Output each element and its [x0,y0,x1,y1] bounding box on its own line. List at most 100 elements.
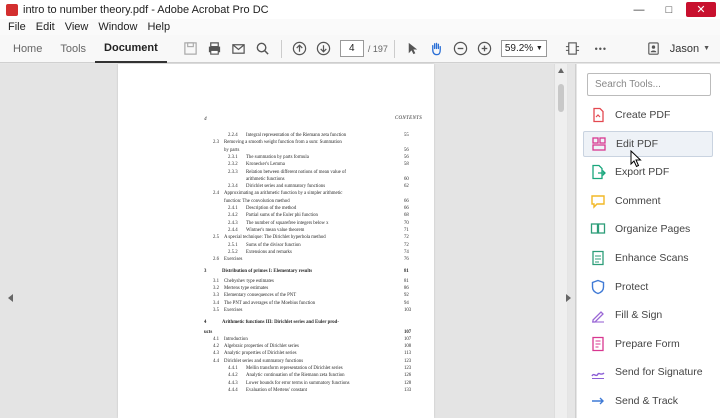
toc-entry[interactable]: 4.3 Analytic properties of Dirichlet seri… [118,350,434,357]
tool-prepare-form[interactable]: Prepare Form [583,331,713,357]
user-name[interactable]: Jason [670,43,699,55]
zoom-level-value: 59.2% [504,43,534,54]
toc-entry-title: Algebraic properties of Dirichlet series [224,344,299,350]
print-icon[interactable] [203,37,227,61]
toc-entry[interactable]: 2.3.3 Relation between different notions … [118,169,434,176]
menu-edit[interactable]: Edit [36,21,55,33]
toc-entry[interactable]: by parts 56 [118,147,434,154]
toc-entry-title: Partial sums of the Euler phi function [246,213,318,219]
zoom-level-select[interactable]: 59.2% ▼ [500,40,547,57]
toc-entry[interactable]: 2.4 Approximating an arithmetic function … [118,190,434,197]
tool-create-pdf[interactable]: Create PDF [583,102,713,128]
pdf-page[interactable]: 4 CONTENTS 2.2.4 Integral representation … [118,64,434,418]
menu-window[interactable]: Window [98,21,137,33]
toc-entry[interactable]: 2.6 Exercises 76 [118,256,434,263]
vertical-scrollbar[interactable] [554,64,567,418]
search-icon[interactable] [251,37,275,61]
fit-page-icon[interactable] [561,37,585,61]
toc-entry-number: 4.1 [213,336,219,342]
tool-label: Fill & Sign [615,309,663,322]
toc-entry-number: 2.4.3 [228,220,238,226]
tool-organize-pages[interactable]: Organize Pages [583,216,713,242]
zoom-out-icon[interactable] [449,37,473,61]
toc-entry[interactable]: 4.1 Introduction 107 [118,336,434,343]
menu-help[interactable]: Help [147,21,170,33]
collapse-tools-arrow-icon[interactable] [566,294,571,302]
tool-edit-pdf[interactable]: Edit PDF [583,130,713,157]
tool-export-pdf[interactable]: Export PDF [583,159,713,185]
toc-entry[interactable]: 2.5.2 Extensions and remarks 74 [118,249,434,256]
toc-entry[interactable]: 4.4.2 Analytic continuation of the Rieman… [118,372,434,379]
tool-label: Protect [615,280,649,293]
toc-entry[interactable]: 2.5.1 Sums of the divisor function 72 [118,242,434,249]
toc-entry[interactable]: function: The convolution method 66 [118,198,434,205]
tab-document[interactable]: Document [95,35,167,63]
toc-entry[interactable]: arithmetic functions 60 [118,176,434,183]
toc-entry[interactable]: 2.4.4 Wintner's mean value theorem 71 [118,227,434,234]
toolbar-separator [393,39,395,58]
toc-entry[interactable]: 2.3.4 Dirichlet series and summatory func… [118,183,434,190]
send-track-icon [589,392,607,410]
zoom-in-icon[interactable] [473,37,497,61]
scroll-up-icon[interactable] [558,68,564,73]
toc-entry-number: 2.5 [213,235,219,241]
toc-entry[interactable]: 2.2.4 Integral representation of the Riem… [118,132,434,139]
maximize-button[interactable]: □ [656,2,682,17]
toc-entry[interactable]: 4 Arithmetic functions III: Dirichlet ser… [118,319,434,326]
hand-tool-icon[interactable] [425,37,449,61]
toc-entry-page: 58 [404,162,409,168]
page-number-input[interactable]: 4 [339,40,364,57]
scrollbar-thumb[interactable] [558,84,564,112]
tool-send-for-signature[interactable]: Send for Signature [583,359,713,385]
toc-entry-page: 123 [404,366,412,371]
previous-page-icon[interactable] [288,37,312,61]
user-account-icon[interactable] [642,37,666,61]
toc-entry[interactable]: 3.3 Elementary consequences of the PNT 92 [118,292,434,299]
tool-comment[interactable]: Comment [583,188,713,214]
email-icon[interactable] [227,37,251,61]
more-tools-icon[interactable]: ••• [589,37,613,61]
toc-entry[interactable]: 2.4.2 Partial sums of the Euler phi funct… [118,212,434,219]
toc-entry-title: Wintner's mean value theorem [246,227,305,233]
next-page-icon[interactable] [312,37,336,61]
toc-entry[interactable]: 4.4.4 Evaluation of Mertens' constant 133 [118,387,434,394]
user-chevron-icon[interactable]: ▼ [703,45,710,52]
toc-entry[interactable]: 4.2 Algebraic properties of Dirichlet ser… [118,343,434,350]
toc-entry-number: 3.3 [213,293,219,299]
toc-entry-title: Elementary consequences of the PNT [224,293,297,299]
toc-entry[interactable]: 2.5 A special technique: The Dirichlet hy… [118,234,434,241]
toc-entry[interactable]: 4.4.3 Lower bounds for error terms in sum… [118,380,434,387]
tool-fill-sign[interactable]: Fill & Sign [583,302,713,328]
toc-entry[interactable]: 2.4.1 Description of the method 66 [118,205,434,212]
toc-entry-number: 3.1 [213,278,219,284]
menu-view[interactable]: View [65,21,89,33]
toc-entry[interactable]: 2.3 Removing a smooth weight function fro… [118,139,434,146]
tool-protect[interactable]: Protect [583,274,713,300]
toc-entry[interactable]: ucts 107 [118,329,434,336]
select-cursor-icon[interactable] [401,37,425,61]
toc-entry-page: 81 [404,278,409,284]
toc-entry-number: 4.2 [213,344,219,350]
menu-file[interactable]: File [8,21,26,33]
toc-entry[interactable]: 3.5 Exercises 103 [118,307,434,314]
toc-entry[interactable]: 3 Distribution of primes I: Elementary re… [118,268,434,275]
toc-entry[interactable]: 4.4.1 Mellin transform representation of … [118,365,434,372]
save-icon[interactable] [179,37,203,61]
toc-entry-page: 128 [404,380,412,386]
toc-entry[interactable]: 3.2 Mertens type estimates 86 [118,285,434,292]
toc-entry[interactable]: 2.4.3 The number of squarefree integers b… [118,220,434,227]
toc-entry[interactable]: 2.3.2 Kronecker's Lemma 58 [118,161,434,168]
toc-entry[interactable]: 4.4 Dirichlet series and summatory functi… [118,358,434,365]
tool-enhance-scans[interactable]: Enhance Scans [583,245,713,271]
toc-entry[interactable]: 3.4 The PNT and averages of the Moebius f… [118,300,434,307]
close-button[interactable]: ✕ [686,2,716,17]
document-viewport[interactable]: 4 CONTENTS 2.2.4 Integral representation … [0,64,568,418]
tab-tools[interactable]: Tools [51,35,95,63]
toc-entry[interactable]: 2.3.1 The summation by parts formula 56 [118,154,434,161]
minimize-button[interactable]: — [626,2,652,17]
tool-send-track[interactable]: Send & Track [583,388,713,414]
previous-page-arrow-icon[interactable] [8,294,13,302]
tab-home[interactable]: Home [4,35,51,63]
search-tools-input[interactable]: Search Tools... [587,73,711,96]
toc-entry[interactable]: 3.1 Chebyshev type estimates 81 [118,278,434,285]
